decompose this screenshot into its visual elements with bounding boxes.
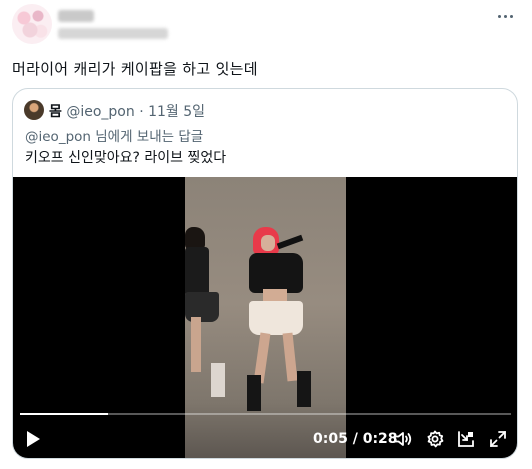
dancer-back-boot (211, 363, 225, 397)
dancer-back-hair (185, 227, 205, 249)
dancer-main-boot-left (247, 375, 261, 411)
more-icon[interactable] (494, 8, 516, 24)
author-name-blurred[interactable] (58, 10, 94, 22)
dancer-main-skirt (249, 301, 303, 335)
quoted-date[interactable]: 11월 5일 (148, 104, 205, 120)
author-handle-blurred[interactable] (58, 28, 168, 39)
quoted-display-name[interactable]: 몸 (49, 104, 62, 120)
play-icon[interactable] (25, 430, 41, 448)
progress-fill (20, 413, 109, 415)
quoted-avatar[interactable] (24, 100, 44, 120)
progress-bar[interactable] (20, 413, 511, 415)
dancer-main-arm (276, 234, 304, 250)
video-player[interactable]: 0:05 / 0:28 (13, 177, 517, 458)
author-avatar[interactable] (12, 4, 52, 44)
volume-icon[interactable] (393, 430, 413, 448)
quoted-handle[interactable]: @ieo_pon (66, 104, 134, 120)
video-frame[interactable] (185, 177, 346, 458)
reply-mention[interactable]: @ieo_pon (25, 129, 91, 145)
dancer-main-leg-right (282, 332, 298, 382)
quoted-text: 키오프 신인맞아요? 라이브 찢었다 (25, 150, 227, 166)
reply-context: @ieo_pon 님에게 보내는 답글 (25, 125, 203, 145)
current-time: 0:05 (313, 431, 348, 447)
tweet-text: 머라이어 캐리가 케이팝을 하고 잇는데 (12, 60, 258, 78)
time-separator: / (347, 431, 363, 447)
reply-suffix: 님에게 보내는 답글 (90, 129, 204, 145)
dancer-main-jacket (249, 253, 303, 293)
time-display: 0:05 / 0:28 (313, 431, 398, 447)
quoted-header: 몸 @ieo_pon · 11월 5일 (49, 101, 205, 121)
dancer-back-legs (191, 317, 201, 372)
dancer-main-face (261, 235, 275, 251)
meta-separator: · (139, 104, 144, 120)
dancer-back-body (185, 247, 209, 297)
quoted-tweet-card[interactable]: 몸 @ieo_pon · 11월 5일 @ieo_pon 님에게 보내는 답글 … (12, 88, 518, 459)
pip-icon[interactable] (457, 430, 475, 448)
dancer-main-boot-right (297, 371, 311, 407)
fullscreen-icon[interactable] (489, 430, 507, 448)
settings-icon[interactable] (426, 430, 444, 448)
